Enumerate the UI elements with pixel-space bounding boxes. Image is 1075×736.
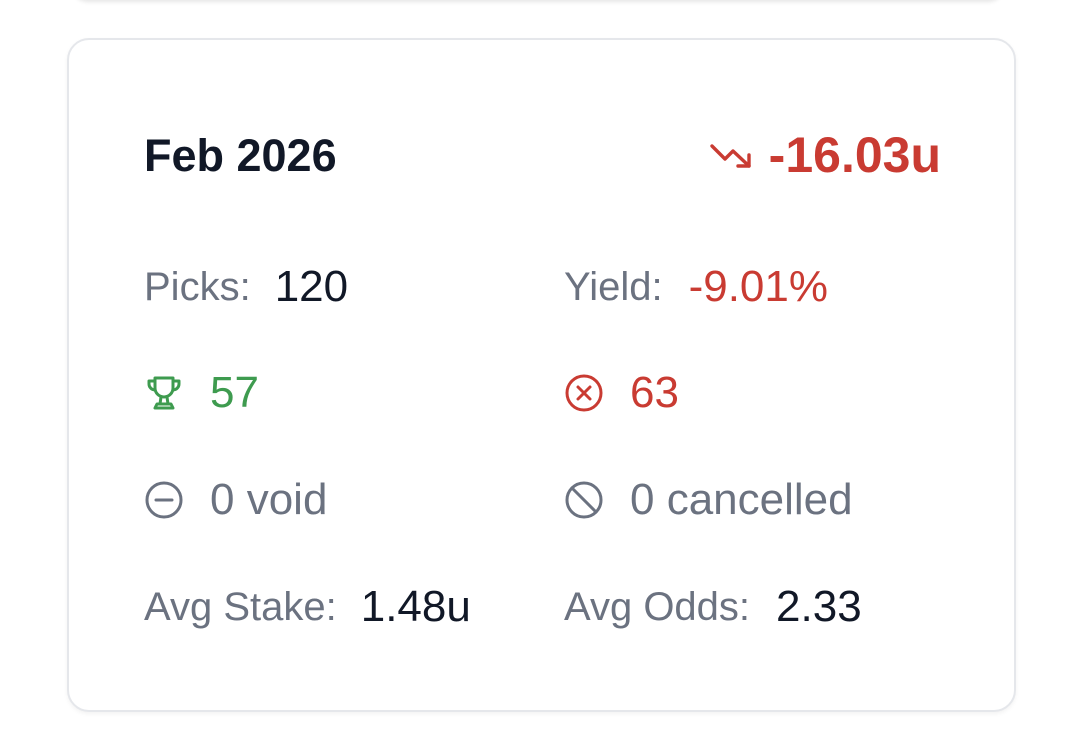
month-title: Feb 2026 [144, 130, 337, 181]
avg-odds-value: 2.33 [776, 582, 862, 631]
cancelled-stat: 0 cancelled [564, 475, 853, 525]
trending-down-icon [709, 144, 751, 168]
ban-icon [565, 481, 603, 519]
losses-stat: 63 [564, 368, 679, 418]
yield-value: -9.01% [688, 262, 828, 311]
void-text: 0 void [210, 475, 328, 524]
wins-stat: 57 [144, 368, 259, 418]
total-units-value: -16.03u [768, 127, 941, 183]
minus-circle-icon [145, 481, 183, 519]
yield-stat: Yield: -9.01% [564, 262, 828, 312]
avg-stake-label: Avg Stake: [144, 584, 337, 629]
void-stat: 0 void [144, 475, 327, 525]
x-circle-icon [565, 374, 603, 412]
monthly-summary-card: Feb 2026 -16.03u Picks: 120 Yield: -9.01… [67, 38, 1016, 712]
avg-stake-value: 1.48u [360, 582, 471, 631]
wins-value: 57 [210, 368, 259, 417]
picks-label: Picks: [144, 264, 251, 309]
losses-value: 63 [630, 368, 679, 417]
avg-stake-stat: Avg Stake: 1.48u [144, 582, 471, 632]
picks-stat: Picks: 120 [144, 262, 348, 312]
avg-odds-label: Avg Odds: [564, 584, 751, 629]
cancelled-text: 0 cancelled [630, 475, 853, 524]
picks-value: 120 [274, 262, 349, 311]
avg-odds-stat: Avg Odds: 2.33 [564, 582, 862, 632]
trophy-icon [147, 376, 181, 410]
month-total: -16.03u [709, 126, 941, 184]
yield-label: Yield: [564, 264, 663, 309]
